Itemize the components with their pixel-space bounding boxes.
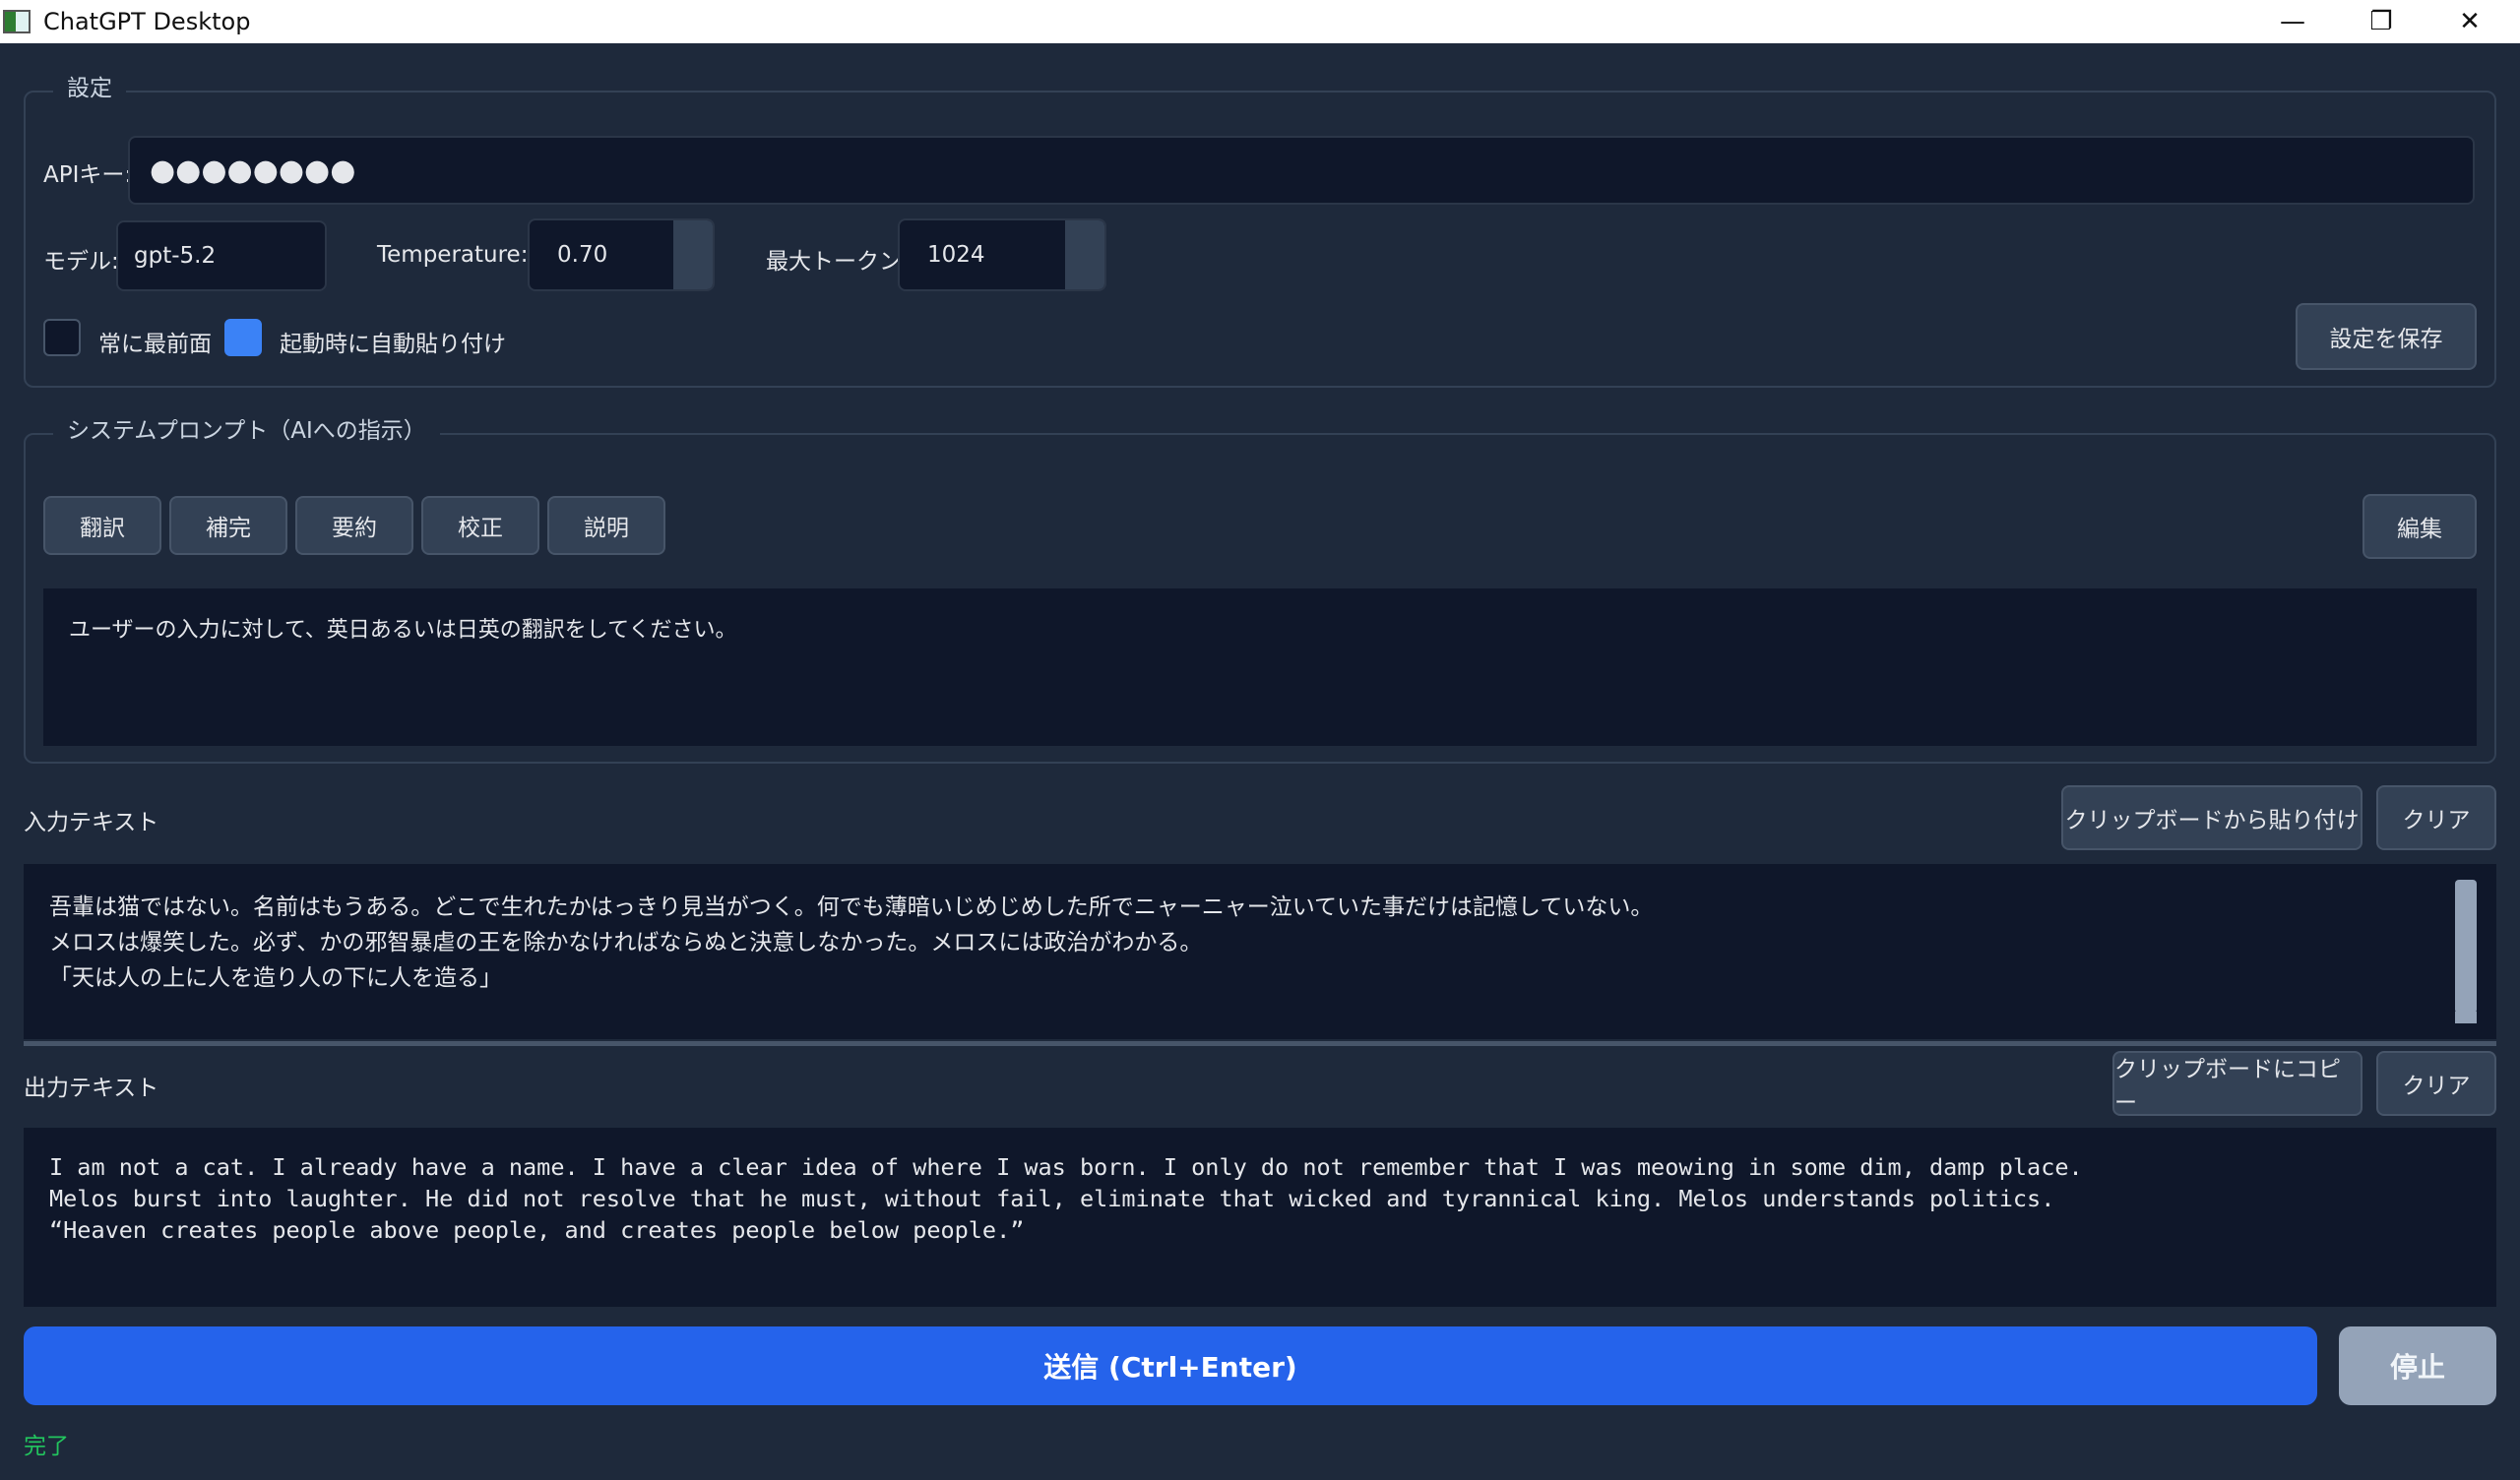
api-key-field[interactable]: ●●●●●●●● [128, 136, 2475, 205]
app-icon [3, 10, 31, 33]
settings-group-label: 設定 [53, 69, 126, 102]
output-clear-button[interactable]: クリア [2376, 1051, 2496, 1116]
input-line-2: メロスは爆笑した。必ず、かの邪智暴虐の王を除かなければならぬと決意しなかった。メ… [49, 930, 1203, 956]
api-key-value: ●●●●●●●● [150, 153, 356, 188]
input-clear-button[interactable]: クリア [2376, 785, 2496, 850]
temperature-label: Temperature: [377, 242, 529, 268]
temperature-value: 0.70 [557, 242, 608, 268]
max-tokens-spin-arrows[interactable] [1065, 220, 1104, 289]
system-prompt-group-label: システムプロンプト（AIへの指示） [53, 411, 440, 445]
edit-prompt-button[interactable]: 編集 [2362, 494, 2477, 559]
maximize-icon[interactable]: ❐ [2337, 0, 2426, 43]
system-prompt-text: ユーザーの入力に対して、英日あるいは日英の翻訳をしてください。 [69, 618, 737, 643]
status-text: 完了 [24, 1434, 69, 1459]
input-scrollbar-end[interactable] [2455, 1012, 2477, 1023]
preset-proofread-button[interactable]: 校正 [421, 496, 539, 555]
send-button[interactable]: 送信 (Ctrl+Enter) [24, 1326, 2317, 1405]
input-scrollbar[interactable] [2455, 878, 2477, 1023]
auto-paste-checkbox[interactable] [224, 319, 262, 356]
window-title: ChatGPT Desktop [43, 8, 251, 35]
minimize-icon[interactable]: — [2248, 0, 2337, 43]
temperature-spinbox[interactable]: 0.70 [528, 218, 715, 291]
max-tokens-label: 最大トークン: [766, 249, 910, 275]
model-label: モデル: [43, 249, 119, 275]
close-icon[interactable]: ✕ [2426, 0, 2514, 43]
auto-paste-label: 起動時に自動貼り付け [280, 332, 506, 357]
output-line-1: I am not a cat. I already have a name. I… [49, 1153, 2083, 1181]
panel-splitter[interactable] [24, 1041, 2496, 1046]
save-settings-button[interactable]: 設定を保存 [2296, 303, 2477, 370]
preset-translate-button[interactable]: 翻訳 [43, 496, 161, 555]
preset-complete-button[interactable]: 補完 [169, 496, 287, 555]
preset-summarize-button[interactable]: 要約 [295, 496, 413, 555]
model-field[interactable]: gpt-5.2 [116, 220, 327, 291]
output-line-3: “Heaven creates people above people, and… [49, 1216, 1025, 1244]
input-textarea[interactable]: 吾輩は猫ではない。名前はもうある。どこで生れたかはっきり見当がつく。何でも薄暗い… [24, 864, 2496, 1039]
system-prompt-textarea[interactable]: ユーザーの入力に対して、英日あるいは日英の翻訳をしてください。 [43, 588, 2477, 746]
model-value: gpt-5.2 [134, 243, 217, 269]
input-text-label: 入力テキスト [24, 810, 159, 835]
always-on-top-checkbox[interactable] [43, 319, 81, 356]
input-line-1: 吾輩は猫ではない。名前はもうある。どこで生れたかはっきり見当がつく。何でも薄暗い… [49, 894, 1654, 920]
stop-button[interactable]: 停止 [2339, 1326, 2496, 1405]
max-tokens-spinbox[interactable]: 1024 [898, 218, 1106, 291]
paste-from-clipboard-button[interactable]: クリップボードから貼り付け [2061, 785, 2362, 850]
input-line-3: 「天は人の上に人を造り人の下に人を造る」 [49, 965, 502, 991]
max-tokens-value: 1024 [927, 242, 985, 268]
preset-explain-button[interactable]: 説明 [547, 496, 665, 555]
output-line-2: Melos burst into laughter. He did not re… [49, 1185, 2055, 1212]
output-textarea[interactable]: I am not a cat. I already have a name. I… [24, 1128, 2496, 1307]
temperature-spin-arrows[interactable] [673, 220, 713, 289]
input-scrollbar-thumb[interactable] [2455, 880, 2477, 1014]
api-key-label: APIキー: [43, 162, 133, 188]
always-on-top-label: 常に最前面 [98, 332, 212, 357]
window-titlebar: ChatGPT Desktop — ❐ ✕ [0, 0, 2520, 43]
copy-to-clipboard-button[interactable]: クリップボードにコピー [2112, 1051, 2362, 1116]
output-text-label: 出力テキスト [24, 1076, 159, 1101]
